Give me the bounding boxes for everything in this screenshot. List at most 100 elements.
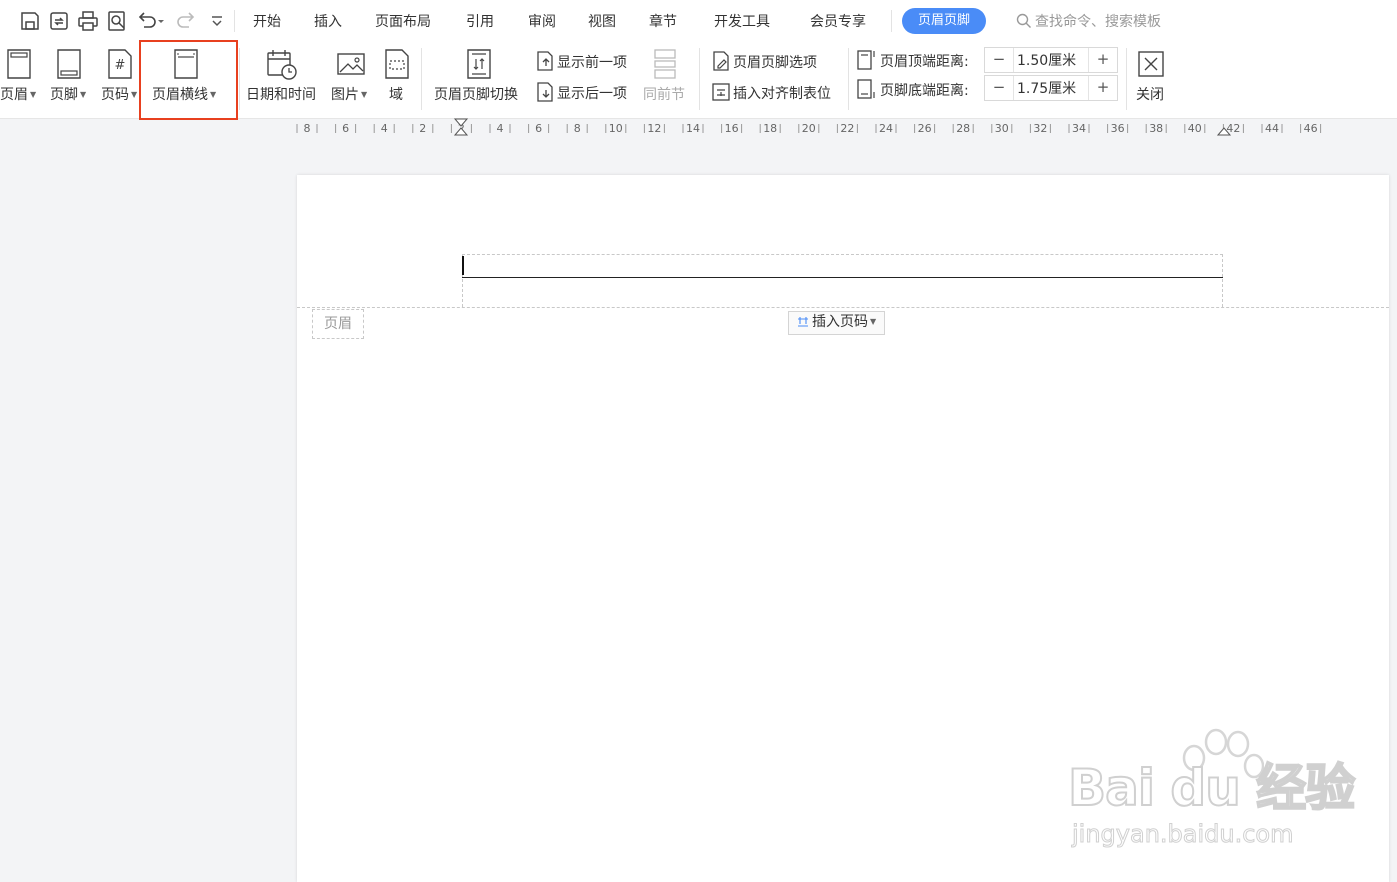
chevron-down-icon: ▼ <box>80 90 87 99</box>
first-line-indent-marker[interactable] <box>453 118 469 127</box>
insert-page-number-label: 插入页码 <box>812 314 868 330</box>
ruler-label: 26 <box>918 122 932 135</box>
tab-home[interactable]: 开始 <box>253 11 281 31</box>
left-indent-marker[interactable] <box>453 127 469 136</box>
ruler-label: 2 <box>419 122 426 135</box>
watermark-url: jingyan.baidu.com <box>1071 820 1294 849</box>
show-next-label: 显示后一项 <box>557 86 627 102</box>
close-icon <box>1138 51 1164 77</box>
tab-section[interactable]: 章节 <box>649 11 677 31</box>
show-previous-icon <box>537 51 553 71</box>
chevron-down-icon: ▼ <box>30 90 37 99</box>
ruler-label: 6 <box>535 122 542 135</box>
ruler-label: 22 <box>840 122 854 135</box>
picture-button[interactable]: 图片 ▼ <box>330 42 374 114</box>
ruler-label: 6 <box>342 122 349 135</box>
header-button[interactable]: 页眉 ▼ <box>0 42 42 114</box>
footer-bottom-distance-spinner[interactable]: − 1.75厘米 + <box>984 75 1118 101</box>
divider <box>848 48 849 110</box>
watermark: Bai du 经验 jingyan.baidu.com <box>1067 728 1356 858</box>
increment-button[interactable]: + <box>1088 76 1117 100</box>
chevron-down-icon: ▼ <box>131 90 138 99</box>
header-top-distance-label: 页眉顶端距离: <box>880 54 969 70</box>
redo-icon[interactable] <box>176 10 198 32</box>
align-tab-icon <box>712 83 730 101</box>
svg-text:#: # <box>115 58 126 73</box>
highlight-box <box>139 40 238 120</box>
tab-references[interactable]: 引用 <box>466 11 494 31</box>
show-next-button[interactable]: 显示后一项 <box>535 81 627 103</box>
ruler-label: 40 <box>1188 122 1202 135</box>
ruler-label: 46 <box>1304 122 1318 135</box>
same-as-previous-icon <box>654 49 676 79</box>
footer-distance-icon <box>857 79 875 99</box>
header-top-distance-spinner[interactable]: − 1.50厘米 + <box>984 47 1118 73</box>
decrement-button[interactable]: − <box>985 48 1014 72</box>
show-previous-button[interactable]: 显示前一项 <box>535 50 627 72</box>
search-icon <box>1016 13 1031 28</box>
same-as-previous-button[interactable]: 同前节 <box>642 42 690 114</box>
header-icon <box>7 49 31 79</box>
page-number-label: 页码 <box>101 87 129 103</box>
field-button[interactable]: 域 <box>382 42 412 114</box>
watermark-logo: Bai du 经验 <box>1067 758 1356 818</box>
page-number-icon: # <box>108 49 132 79</box>
print-icon[interactable] <box>77 10 99 32</box>
cloud-sync-icon[interactable] <box>48 10 70 32</box>
ruler-label: 30 <box>995 122 1009 135</box>
calendar-clock-icon <box>267 50 297 80</box>
ruler-label: 4 <box>381 122 388 135</box>
insert-page-number-button[interactable]: 插入页码 ▼ <box>788 311 886 335</box>
tab-insert[interactable]: 插入 <box>314 11 342 31</box>
ruler-label: 18 <box>763 122 777 135</box>
picture-label: 图片 <box>331 87 359 103</box>
chevron-down-icon: ▼ <box>870 317 877 326</box>
tab-review[interactable]: 审阅 <box>528 11 556 31</box>
tab-page-layout[interactable]: 页面布局 <box>375 11 431 31</box>
show-previous-label: 显示前一项 <box>557 55 627 71</box>
header-top-distance-value[interactable]: 1.50厘米 <box>1017 50 1076 70</box>
footer-bottom-distance-value[interactable]: 1.75厘米 <box>1017 78 1076 98</box>
close-button[interactable]: 关闭 <box>1132 42 1170 114</box>
footer-button[interactable]: 页脚 ▼ <box>48 42 92 114</box>
save-icon[interactable] <box>19 10 41 32</box>
header-area[interactable] <box>462 254 1223 307</box>
tab-header-footer[interactable]: 页眉页脚 <box>902 8 987 34</box>
footer-bottom-distance-label: 页脚底端距离: <box>880 83 969 99</box>
header-footer-options-label: 页眉页脚选项 <box>733 55 817 71</box>
ruler-label: 28 <box>956 122 970 135</box>
print-preview-icon[interactable] <box>106 10 128 32</box>
tab-member[interactable]: 会员专享 <box>810 11 866 31</box>
ruler-label: 8 <box>304 122 311 135</box>
increment-button[interactable]: + <box>1088 48 1117 72</box>
divider <box>239 48 240 110</box>
field-label: 域 <box>389 87 403 103</box>
ruler-label: 16 <box>725 122 739 135</box>
search-placeholder: 查找命令、搜索模板 <box>1035 14 1161 30</box>
insert-align-tab-button[interactable]: 插入对齐制表位 <box>711 81 831 103</box>
decrement-button[interactable]: − <box>985 76 1014 100</box>
chevron-down-icon: ▼ <box>361 90 368 99</box>
horizontal-ruler[interactable]: 8642246810121416182022242628303234363840… <box>0 118 1397 140</box>
customize-icon[interactable] <box>206 10 228 32</box>
tab-developer[interactable]: 开发工具 <box>714 11 770 31</box>
header-footer-options-button[interactable]: 页眉页脚选项 <box>711 50 817 72</box>
ruler-label: 14 <box>686 122 700 135</box>
date-time-button[interactable]: 日期和时间 <box>244 42 322 114</box>
ruler-label: 34 <box>1072 122 1086 135</box>
search-input[interactable]: 查找命令、搜索模板 <box>1016 11 1161 31</box>
undo-icon[interactable] <box>135 10 165 32</box>
ruler-label: 32 <box>1033 122 1047 135</box>
ruler-label: 4 <box>497 122 504 135</box>
switch-header-footer-button[interactable]: 页眉页脚切换 <box>432 42 526 114</box>
page-number-icon <box>798 317 808 327</box>
ruler-label: 8 <box>574 122 581 135</box>
options-icon <box>713 51 729 71</box>
field-icon <box>385 49 409 79</box>
page-number-button[interactable]: # 页码 ▼ <box>99 42 141 114</box>
tab-view[interactable]: 视图 <box>588 11 616 31</box>
same-as-previous-label: 同前节 <box>643 87 685 103</box>
header-label: 页眉 <box>0 87 28 103</box>
insert-align-tab-label: 插入对齐制表位 <box>733 86 831 102</box>
footer-label: 页脚 <box>50 87 78 103</box>
